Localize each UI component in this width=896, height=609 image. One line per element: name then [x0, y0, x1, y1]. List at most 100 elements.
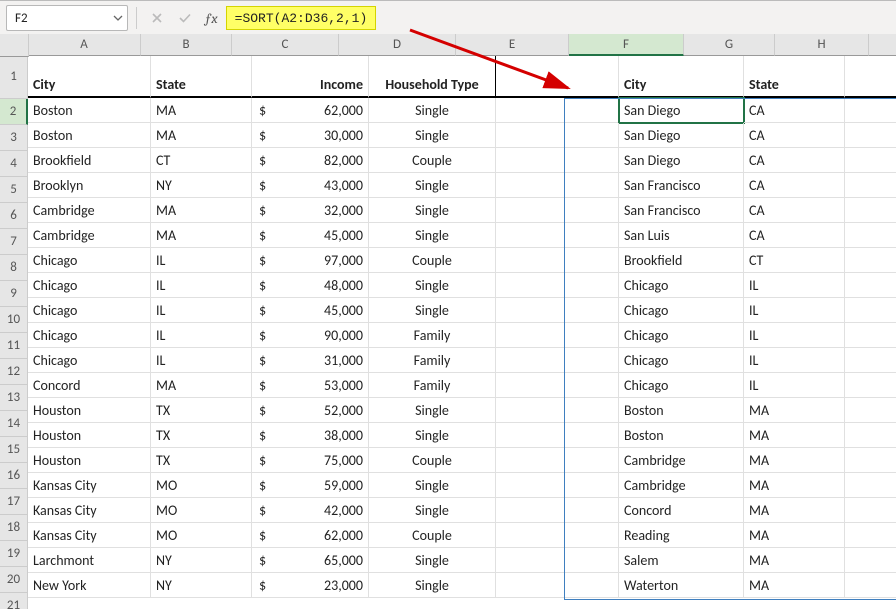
cell-state[interactable]: IL — [151, 273, 252, 298]
cell-empty[interactable] — [496, 198, 619, 223]
cell-empty[interactable] — [496, 523, 619, 548]
row-header-1[interactable]: 1 — [0, 56, 28, 99]
cell-state[interactable]: IL — [744, 373, 845, 398]
cell-type[interactable]: Single — [369, 548, 496, 573]
cell-city[interactable]: Cambridge — [619, 448, 744, 473]
cell-empty[interactable] — [496, 148, 619, 173]
cell-income[interactable]: $30,000 — [252, 123, 369, 148]
cell-income[interactable]: $43,000 — [252, 173, 369, 198]
cell-type[interactable]: Couple — [369, 248, 496, 273]
cell-state[interactable]: CA — [744, 123, 845, 148]
cell-city[interactable]: Chicago — [28, 273, 151, 298]
cell-city[interactable]: Chicago — [619, 323, 744, 348]
cell-city[interactable]: Concord — [28, 373, 151, 398]
cell-city[interactable]: San Francisco — [619, 198, 744, 223]
cell-empty[interactable] — [496, 423, 619, 448]
row-header-15[interactable]: 15 — [0, 437, 28, 463]
cell-income[interactable]: $65,000 — [252, 548, 369, 573]
cell-city[interactable]: Boston — [619, 423, 744, 448]
cell-income[interactable]: $62,000 — [252, 523, 369, 548]
cell-state[interactable]: MA — [151, 198, 252, 223]
header-state-left[interactable]: State — [151, 56, 252, 98]
cell-income[interactable]: $31,000 — [252, 348, 369, 373]
row-header-13[interactable]: 13 — [0, 385, 28, 411]
cell-city[interactable]: Houston — [28, 423, 151, 448]
cell-empty[interactable] — [496, 223, 619, 248]
cell-city[interactable]: Cambridge — [28, 223, 151, 248]
cell-state[interactable]: IL — [744, 323, 845, 348]
cell-income[interactable]: 31000 — [845, 373, 896, 398]
cell-state[interactable]: CA — [744, 223, 845, 248]
cell-empty[interactable] — [496, 323, 619, 348]
cell-income[interactable]: 45000 — [845, 473, 896, 498]
cell-empty[interactable] — [496, 123, 619, 148]
header-city-right[interactable]: City — [619, 56, 744, 98]
cell-type[interactable]: Single — [369, 198, 496, 223]
name-box[interactable]: F2 — [6, 5, 128, 31]
cell-city[interactable]: Chicago — [619, 373, 744, 398]
column-header-E[interactable]: E — [456, 34, 569, 56]
cell-city[interactable]: San Francisco — [619, 173, 744, 198]
fx-icon[interactable]: ƒx — [201, 10, 222, 27]
cell-empty[interactable] — [496, 56, 619, 98]
cell-city[interactable]: Salem — [619, 548, 744, 573]
cell-income[interactable]: $90,000 — [252, 323, 369, 348]
cell-state[interactable]: NY — [151, 548, 252, 573]
cell-income[interactable]: 85000 — [845, 123, 896, 148]
cancel-formula-button[interactable] — [145, 6, 169, 30]
cell-income[interactable]: $32,000 — [252, 198, 369, 223]
cell-income[interactable]: $42,000 — [252, 498, 369, 523]
cell-state[interactable]: MA — [151, 223, 252, 248]
cell-state[interactable]: IL — [151, 298, 252, 323]
cell-type[interactable]: Couple — [369, 148, 496, 173]
cell-state[interactable]: CT — [744, 248, 845, 273]
column-header-B[interactable]: B — [141, 34, 232, 56]
cell-city[interactable]: Boston — [28, 123, 151, 148]
cell-income[interactable]: $59,000 — [252, 473, 369, 498]
cell-state[interactable]: MO — [151, 498, 252, 523]
cell-city[interactable]: Brookfield — [28, 148, 151, 173]
cell-state[interactable]: MA — [744, 498, 845, 523]
row-header-6[interactable]: 6 — [0, 203, 28, 229]
cell-type[interactable]: Single — [369, 298, 496, 323]
cell-empty[interactable] — [496, 398, 619, 423]
cell-type[interactable]: Single — [369, 273, 496, 298]
cell-type[interactable]: Single — [369, 473, 496, 498]
cell-city[interactable]: Boston — [619, 398, 744, 423]
cell-city[interactable]: Houston — [28, 398, 151, 423]
cell-empty[interactable] — [496, 98, 619, 123]
cell-state[interactable]: CA — [744, 148, 845, 173]
cell-income[interactable]: 84000 — [845, 223, 896, 248]
cell-income[interactable]: 75000 — [845, 198, 896, 223]
cell-empty[interactable] — [496, 248, 619, 273]
cell-city[interactable]: Larchmont — [28, 548, 151, 573]
cell-city[interactable]: Chicago — [28, 298, 151, 323]
cell-type[interactable]: Single — [369, 123, 496, 148]
cell-state[interactable]: MO — [151, 523, 252, 548]
cell-income[interactable]: 97000 — [845, 273, 896, 298]
row-header-10[interactable]: 10 — [0, 307, 28, 333]
row-header-9[interactable]: 9 — [0, 281, 28, 307]
row-header-2[interactable]: 2 — [0, 99, 28, 125]
cell-state[interactable]: NY — [151, 573, 252, 598]
column-header-H[interactable]: H — [775, 34, 869, 56]
cell-income[interactable]: $45,000 — [252, 223, 369, 248]
cell-type[interactable]: Single — [369, 398, 496, 423]
cell-income[interactable]: 90000 — [845, 348, 896, 373]
cell-city[interactable]: Chicago — [619, 273, 744, 298]
cell-city[interactable]: Cambridge — [28, 198, 151, 223]
cell-state[interactable]: CA — [744, 98, 845, 123]
cell-income[interactable]: $62,000 — [252, 98, 369, 123]
cell-state[interactable]: CA — [744, 173, 845, 198]
cell-city[interactable]: Chicago — [28, 323, 151, 348]
cell-type[interactable]: Single — [369, 573, 496, 598]
cell-city[interactable]: Kansas City — [28, 498, 151, 523]
header-state-right[interactable]: State — [744, 56, 845, 98]
row-header-20[interactable]: 20 — [0, 567, 28, 593]
cell-empty[interactable] — [496, 498, 619, 523]
cell-city[interactable]: San Luis — [619, 223, 744, 248]
cell-income[interactable]: 54000 — [845, 173, 896, 198]
cell-state[interactable]: IL — [744, 273, 845, 298]
column-header-F[interactable]: F — [569, 34, 684, 56]
cell-type[interactable]: Single — [369, 423, 496, 448]
